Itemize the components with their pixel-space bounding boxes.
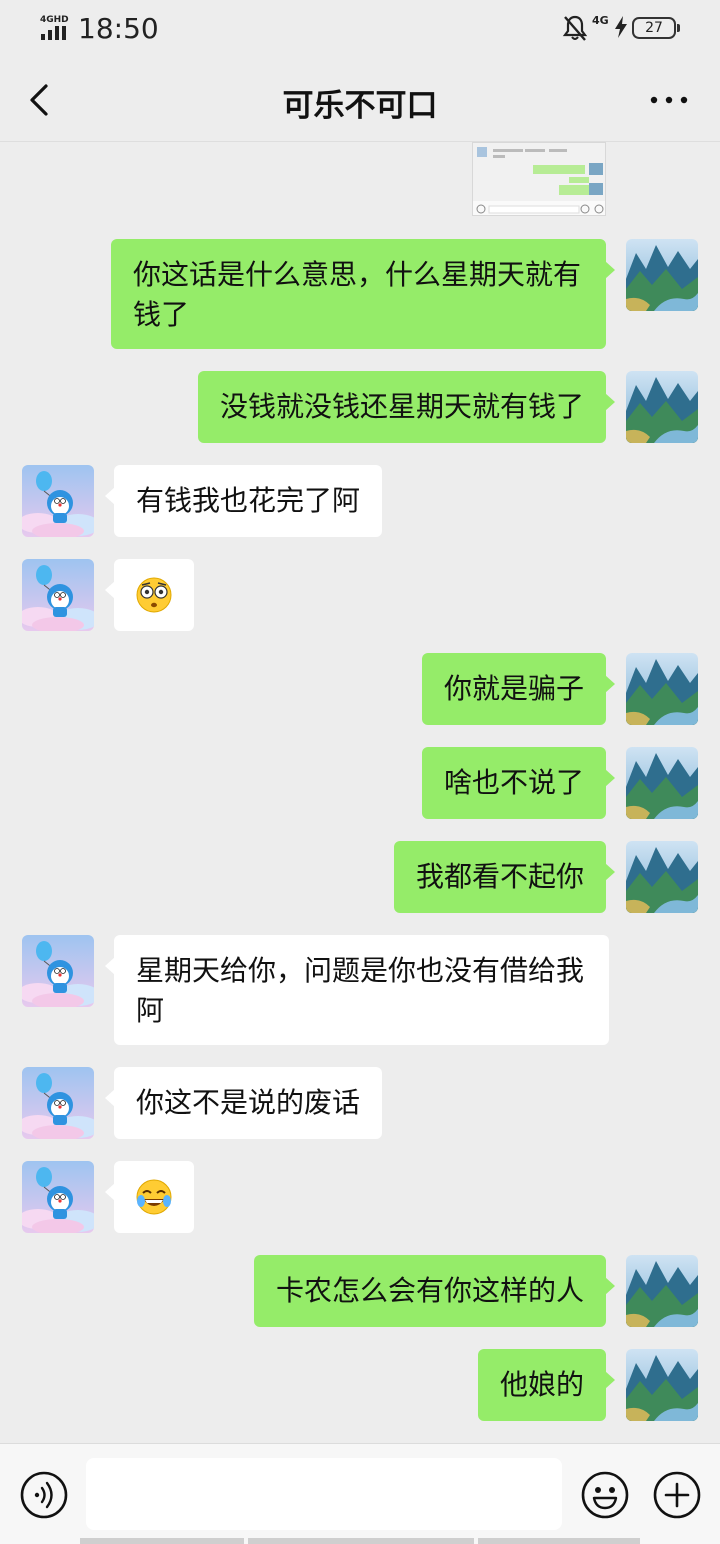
image-message-thumbnail[interactable] [472,142,606,216]
received-emoji-bubble[interactable] [105,1161,194,1233]
received-message-bubble[interactable]: 星期天给你，问题是你也没有借给我阿 [105,935,609,1045]
sent-message-bubble[interactable]: 没钱就没钱还星期天就有钱了 [197,371,616,443]
contact-avatar[interactable] [22,1161,94,1233]
voice-icon[interactable] [19,1470,69,1520]
my-avatar[interactable] [626,1349,698,1421]
sent-message-bubble[interactable]: 我都看不起你 [393,841,616,913]
sent-message-bubble[interactable]: 卡农怎么会有你这样的人 [253,1255,616,1327]
received-emoji-bubble[interactable] [105,559,194,631]
received-message-bubble[interactable]: 你这不是说的废话 [104,1067,383,1139]
sent-message-bubble[interactable]: 你就是骗子 [421,653,616,725]
contact-avatar[interactable] [22,559,94,631]
plus-icon[interactable] [652,1470,702,1520]
my-avatar[interactable] [626,1255,698,1327]
clock: 18:50 [78,12,159,45]
message-text-input[interactable] [86,1458,562,1530]
mute-bell-icon [562,15,588,41]
battery-indicator: 27 [632,17,680,39]
net-type: 4G [592,14,609,27]
contact-avatar[interactable] [22,935,94,1007]
tears-of-joy-face-icon [136,1179,172,1215]
contact-avatar[interactable] [22,1067,94,1139]
my-avatar[interactable] [626,239,698,311]
signal-icon: 4GHD [40,15,69,40]
chat-title: 可乐不可口 [282,88,438,124]
contact-avatar[interactable] [22,465,94,537]
nav-hint-bar [478,1538,640,1544]
more-icon[interactable] [648,88,690,112]
my-avatar[interactable] [626,841,698,913]
status-bar: 4GHD 18:50 4G 27 [0,0,720,58]
chat-header: 可乐不可口 [0,58,720,142]
my-avatar[interactable] [626,747,698,819]
my-avatar[interactable] [626,653,698,725]
sent-message-bubble[interactable]: 啥也不说了 [421,747,616,819]
network-label: 4GHD [40,15,69,25]
battery-level: 27 [645,20,663,36]
emoji-icon[interactable] [580,1470,630,1520]
nav-hint-bar [248,1538,474,1544]
my-avatar[interactable] [626,371,698,443]
received-message-bubble[interactable]: 有钱我也花完了阿 [104,465,383,537]
charging-icon [615,16,627,38]
sent-message-bubble[interactable]: 他娘的 [477,1349,616,1421]
flushed-face-icon [136,577,172,613]
message-input-bar [0,1443,720,1544]
nav-hint-bar [80,1538,244,1544]
sent-message-bubble[interactable]: 你这话是什么意思，什么星期天就有钱了 [111,239,615,349]
